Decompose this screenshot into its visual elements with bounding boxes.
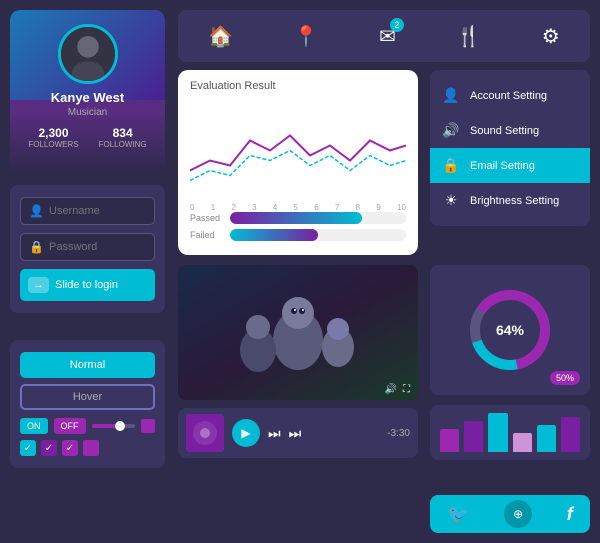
profile-card: Kanye West Musician 2,300 FOLLOWERS 834 … (10, 10, 165, 175)
lock-icon: 🔒 (29, 240, 44, 254)
donut-wrapper: 64% (465, 285, 555, 375)
bar-col-6 (561, 417, 580, 452)
email-icon: 🔒 (442, 157, 460, 174)
donut-chart-card: 64% 50% (430, 265, 590, 395)
bar-col-4 (513, 433, 532, 453)
login-form: 👤 🔒 → Slide to login (10, 185, 165, 313)
eval-title: Evaluation Result (190, 80, 406, 92)
sound-icon: 🔊 (442, 122, 460, 139)
slide-label: Slide to login (55, 279, 118, 291)
failed-label: Failed (190, 230, 222, 240)
toggle-on-button[interactable]: ON (20, 418, 48, 434)
video-fullscreen-icon[interactable]: ⛶ (403, 384, 410, 395)
facebook-button[interactable]: f (567, 504, 573, 525)
brightness-setting-item[interactable]: ☀ Brightness Setting (430, 183, 590, 218)
bar-col-5 (537, 425, 556, 452)
donut-percentage: 64% (496, 322, 524, 338)
following-stat: 834 FOLLOWING (99, 126, 147, 149)
passed-bar-bg (230, 212, 406, 224)
profile-stats: 2,300 FOLLOWERS 834 FOLLOWING (28, 126, 146, 149)
brightness-setting-label: Brightness Setting (470, 195, 559, 207)
buttons-panel: Normal Hover ON OFF ✓ ✓ ✓ (10, 340, 165, 468)
hover-button[interactable]: Hover (20, 384, 155, 410)
slider-thumb (115, 421, 125, 431)
top-navigation: 🏠 📍 ✉ 2 🍴 ⚙ (178, 10, 590, 62)
bar-col-1 (440, 429, 459, 452)
slide-arrow-icon: → (28, 277, 49, 293)
failed-bar-bg (230, 229, 406, 241)
followers-stat: 2,300 FOLLOWERS (28, 126, 78, 149)
music-thumbnail (186, 414, 224, 452)
failed-bar-row: Failed (190, 229, 406, 241)
checkbox-blue[interactable]: ✓ (20, 440, 36, 456)
checkbox-violet[interactable]: ✓ (62, 440, 78, 456)
checkbox-purple[interactable]: ✓ (41, 440, 57, 456)
share-button[interactable]: ⊕ (504, 500, 532, 528)
nav-mail-icon[interactable]: ✉ 2 (379, 24, 396, 49)
share-icon: ⊕ (513, 507, 523, 521)
video-player: 🔊 ⛶ (178, 265, 418, 400)
play-button[interactable]: ▶ (232, 419, 260, 447)
avatar (58, 24, 118, 84)
passed-bar-row: Passed (190, 212, 406, 224)
checkboxes-row: ✓ ✓ ✓ (20, 440, 155, 456)
slider-track[interactable] (92, 424, 136, 428)
account-setting-item[interactable]: 👤 Account Setting (430, 78, 590, 113)
slider-fill (92, 424, 118, 428)
passed-label: Passed (190, 213, 222, 223)
account-setting-label: Account Setting (470, 90, 547, 102)
skip-forward-button[interactable]: ⏭ (268, 425, 281, 442)
toggle-off-button[interactable]: OFF (54, 418, 86, 434)
nav-home-icon[interactable]: 🏠 (208, 24, 233, 49)
evaluation-card: Evaluation Result 012345678910 Passed Fa… (178, 70, 418, 255)
profile-name: Kanye West (51, 90, 124, 105)
bar-chart-card (430, 405, 590, 460)
normal-button[interactable]: Normal (20, 352, 155, 378)
mail-badge: 2 (390, 18, 404, 32)
donut-badge: 50% (550, 371, 580, 385)
account-icon: 👤 (442, 87, 460, 104)
passed-bar-fill (230, 212, 362, 224)
brightness-icon: ☀ (442, 192, 460, 209)
nav-settings-icon[interactable]: ⚙ (542, 24, 560, 49)
music-time: -3:30 (387, 428, 410, 439)
password-wrap: 🔒 (20, 233, 155, 261)
twitter-button[interactable]: 🐦 (447, 504, 469, 525)
followers-label: FOLLOWERS (28, 140, 78, 149)
skip-back-button[interactable]: ⏭ (289, 425, 302, 442)
bar-col-2 (464, 421, 483, 452)
sound-setting-label: Sound Setting (470, 125, 539, 137)
nav-location-icon[interactable]: 📍 (294, 24, 319, 49)
chart-labels: 012345678910 (190, 203, 406, 212)
video-volume-icon[interactable]: 🔊 (385, 384, 397, 395)
profile-title: Musician (68, 107, 107, 118)
color-square (83, 440, 99, 456)
failed-bar-fill (230, 229, 318, 241)
settings-panel: 👤 Account Setting 🔊 Sound Setting 🔒 Emai… (430, 70, 590, 226)
toggle-row: ON OFF (20, 418, 155, 434)
user-icon: 👤 (29, 204, 44, 218)
slide-login-button[interactable]: → Slide to login (20, 269, 155, 301)
social-bar: 🐦 ⊕ f (430, 495, 590, 533)
email-setting-label: Email Setting (470, 160, 535, 172)
color-swatch (141, 419, 155, 433)
username-wrap: 👤 (20, 197, 155, 225)
bar-col-3 (488, 413, 507, 452)
sound-setting-item[interactable]: 🔊 Sound Setting (430, 113, 590, 148)
following-label: FOLLOWING (99, 140, 147, 149)
following-count: 834 (99, 126, 147, 140)
followers-count: 2,300 (28, 126, 78, 140)
music-player: ▶ ⏭ ⏭ -3:30 (178, 408, 418, 458)
email-setting-item[interactable]: 🔒 Email Setting (430, 148, 590, 183)
video-background: 🔊 ⛶ (178, 265, 418, 400)
nav-restaurant-icon[interactable]: 🍴 (456, 24, 481, 49)
chart-area (190, 98, 406, 193)
